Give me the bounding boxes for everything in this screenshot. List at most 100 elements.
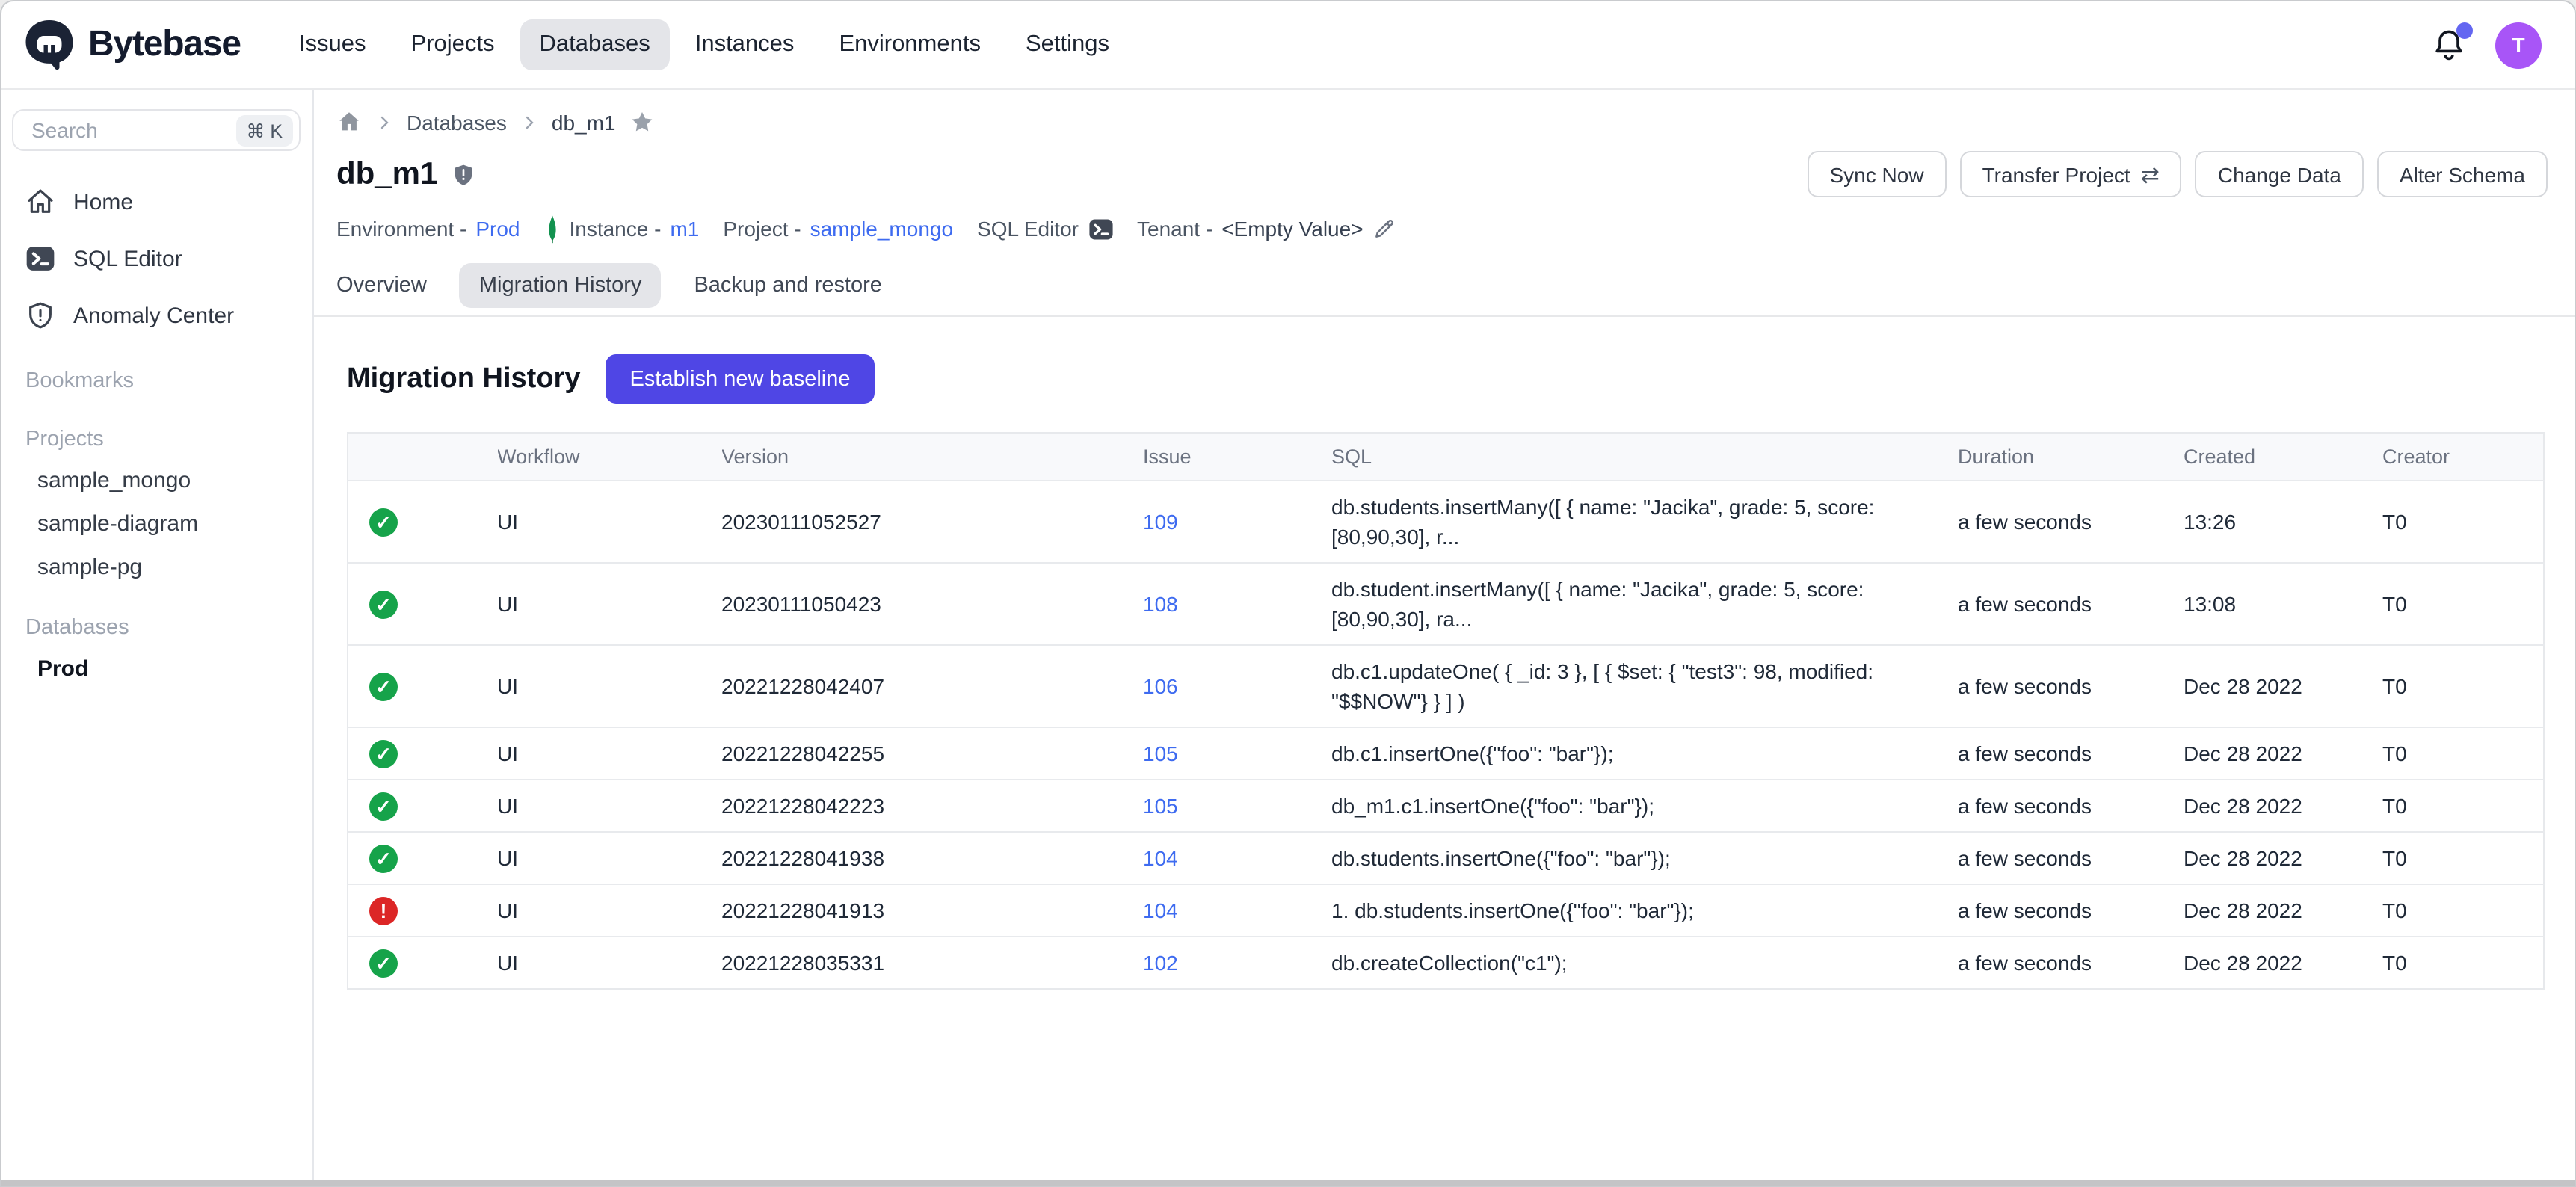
topnav-item[interactable]: Settings — [1006, 19, 1129, 70]
created-cell: Dec 28 2022 — [2184, 727, 2382, 780]
workflow-cell: UI — [497, 727, 721, 780]
edit-pencil-icon[interactable] — [1372, 217, 1396, 241]
action-button-label: Alter Schema — [2400, 162, 2525, 186]
bytebase-logo-icon — [22, 18, 76, 72]
top-nav: Issues Projects Databases Instances Envi… — [280, 19, 1129, 70]
created-cell: Dec 28 2022 — [2184, 937, 2382, 989]
workflow-cell: UI — [497, 645, 721, 727]
status-icon: ✓ — [369, 508, 398, 536]
column-header: Version — [721, 433, 1143, 481]
sidebar-item-label: Anomaly Center — [73, 303, 234, 328]
terminal-icon — [25, 244, 55, 274]
sidebar-project-item[interactable]: sample-pg — [12, 546, 301, 589]
sidebar-nav: Home SQL Editor — [12, 175, 301, 342]
sidebar-item-label: SQL Editor — [73, 246, 182, 271]
page-title: db_m1 — [336, 156, 475, 192]
issue-link[interactable]: 104 — [1143, 846, 1178, 870]
status-cell: ✓ — [348, 727, 497, 780]
sql-editor-label: SQL Editor — [977, 217, 1079, 241]
chevron-right-icon — [520, 113, 538, 131]
action-button[interactable]: Sync Now — [1808, 151, 1947, 197]
table-row[interactable]: ✓ UI 20221228041938 104 db.students.inse… — [348, 832, 2544, 884]
column-header: Workflow — [497, 433, 721, 481]
issue-link[interactable]: 102 — [1143, 951, 1178, 975]
notification-dot — [2456, 22, 2473, 39]
sidebar-database-item[interactable]: Prod — [12, 647, 301, 691]
column-header: Created — [2184, 433, 2382, 481]
breadcrumb-databases[interactable]: Databases — [407, 110, 507, 134]
favorite-star-icon[interactable] — [629, 109, 655, 135]
action-button-label: Transfer Project — [1982, 162, 2130, 186]
notification-bell-button[interactable] — [2429, 25, 2468, 64]
status-icon: ✓ — [369, 672, 398, 700]
topnav-item[interactable]: Databases — [520, 19, 670, 70]
table-row[interactable]: ✓ UI 20221228035331 102 db.createCollect… — [348, 937, 2544, 989]
topbar-right: T — [2429, 22, 2542, 68]
topnav-item[interactable]: Instances — [676, 19, 814, 70]
creator-cell: T0 — [2382, 884, 2544, 937]
search-box[interactable]: ⌘ K — [12, 109, 301, 151]
duration-cell: a few seconds — [1958, 832, 2184, 884]
sidebar-project-item[interactable]: sample-diagram — [12, 502, 301, 546]
table-body: ✓ UI 20230111052527 109 db.students.inse… — [348, 481, 2544, 989]
sql-cell: db.students.insertMany([ { name: "Jacika… — [1331, 481, 1958, 563]
search-input[interactable] — [28, 117, 227, 144]
sidebar-item-home[interactable]: Home — [12, 175, 301, 229]
environment-meta: Environment - Prod — [336, 217, 520, 241]
migration-history-table: Workflow Version Issue SQL Duration Crea… — [347, 432, 2545, 990]
duration-cell: a few seconds — [1958, 780, 2184, 832]
main-area: Databases db_m1 db_m1 — [314, 90, 2575, 1180]
environment-link[interactable]: Prod — [475, 217, 520, 241]
sql-cell: db.c1.updateOne( { _id: 3 }, [ { $set: {… — [1331, 645, 1958, 727]
table-row[interactable]: ✓ UI 20230111050423 108 db.student.inser… — [348, 563, 2544, 645]
tab[interactable]: Overview — [317, 263, 446, 308]
sql-editor-meta: SQL Editor — [977, 216, 1113, 241]
sql-editor-link-icon[interactable] — [1088, 216, 1113, 241]
issue-link[interactable]: 105 — [1143, 794, 1178, 818]
table-row[interactable]: ✓ UI 20221228042407 106 db.c1.updateOne(… — [348, 645, 2544, 727]
sql-cell: db_m1.c1.insertOne({"foo": "bar"}); — [1331, 780, 1958, 832]
created-cell: Dec 28 2022 — [2184, 645, 2382, 727]
sql-cell: db.student.insertMany([ { name: "Jacika"… — [1331, 563, 1958, 645]
brand[interactable]: Bytebase — [22, 18, 241, 72]
sidebar-item-anomaly-center[interactable]: Anomaly Center — [12, 289, 301, 342]
version-cell: 20221228041938 — [721, 832, 1143, 884]
issue-link[interactable]: 109 — [1143, 510, 1178, 534]
sql-cell: 1. db.students.insertOne({"foo": "bar"})… — [1331, 884, 1958, 937]
window-bottom-edge — [1, 1180, 2575, 1186]
sidebar-section-databases: Databases — [12, 608, 301, 647]
status-cell: ✓ — [348, 780, 497, 832]
sidebar-item-sql-editor[interactable]: SQL Editor — [12, 232, 301, 286]
action-button[interactable]: Change Data — [2196, 151, 2364, 197]
sidebar: ⌘ K Home — [1, 90, 314, 1180]
tab[interactable]: Backup and restore — [674, 263, 902, 308]
table-row[interactable]: ✓ UI 20221228042223 105 db_m1.c1.insertO… — [348, 780, 2544, 832]
establish-baseline-button[interactable]: Establish new baseline — [606, 354, 874, 404]
issue-link[interactable]: 108 — [1143, 592, 1178, 616]
sql-cell: db.c1.insertOne({"foo": "bar"}); — [1331, 727, 1958, 780]
issue-link[interactable]: 106 — [1143, 674, 1178, 698]
topnav-item[interactable]: Environments — [819, 19, 1000, 70]
workflow-cell: UI — [497, 481, 721, 563]
table-row[interactable]: ! UI 20221228041913 104 1. db.students.i… — [348, 884, 2544, 937]
project-link[interactable]: sample_mongo — [810, 217, 953, 241]
action-button[interactable]: Transfer Project ⇄ — [1960, 151, 2182, 197]
topnav-item[interactable]: Issues — [280, 19, 386, 70]
table-row[interactable]: ✓ UI 20221228042255 105 db.c1.insertOne(… — [348, 727, 2544, 780]
version-cell: 20221228042255 — [721, 727, 1143, 780]
table-row[interactable]: ✓ UI 20230111052527 109 db.students.inse… — [348, 481, 2544, 563]
duration-cell: a few seconds — [1958, 937, 2184, 989]
avatar[interactable]: T — [2495, 22, 2542, 68]
home-breadcrumb-icon[interactable] — [336, 109, 362, 135]
tab[interactable]: Migration History — [460, 263, 662, 308]
action-button[interactable]: Alter Schema — [2377, 151, 2548, 197]
instance-link[interactable]: m1 — [670, 217, 699, 241]
status-cell: ✓ — [348, 645, 497, 727]
topnav-item[interactable]: Projects — [392, 19, 514, 70]
sql-cell: db.students.insertOne({"foo": "bar"}); — [1331, 832, 1958, 884]
sidebar-project-item[interactable]: sample_mongo — [12, 459, 301, 502]
issue-link[interactable]: 105 — [1143, 742, 1178, 765]
screen: Bytebase Issues Projects Databases Insta… — [0, 0, 2576, 1187]
issue-link[interactable]: 104 — [1143, 898, 1178, 922]
duration-cell: a few seconds — [1958, 645, 2184, 727]
